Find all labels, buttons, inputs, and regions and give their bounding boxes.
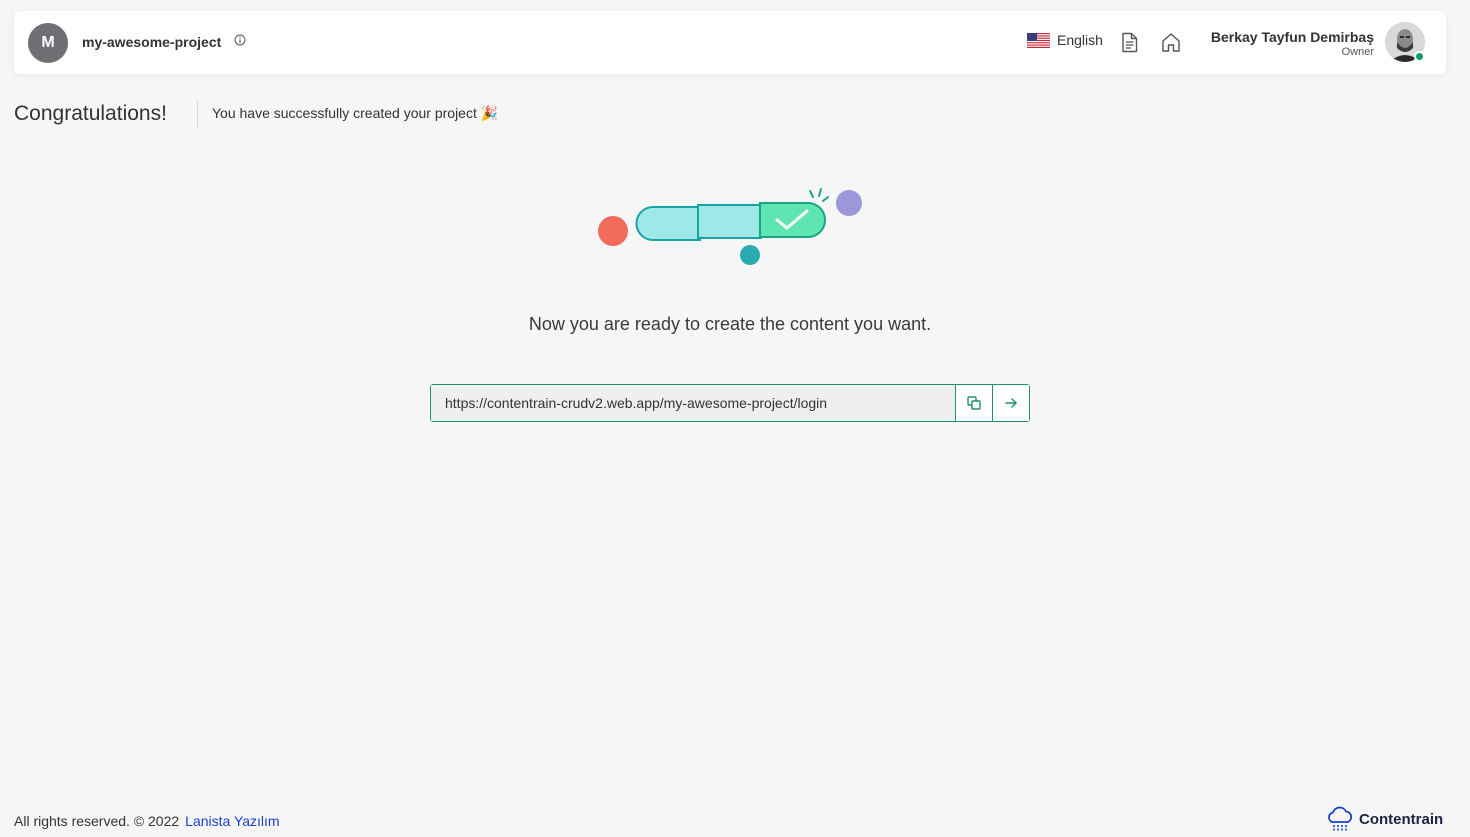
brand-logo[interactable]: Contentrain [1325, 806, 1443, 832]
copy-url-button[interactable] [955, 385, 992, 421]
contentrain-cloud-logo [1328, 806, 1353, 831]
brand-name: Contentrain [1359, 810, 1444, 828]
user-role: Owner [1341, 46, 1374, 58]
online-status-dot [1414, 51, 1425, 62]
document-icon[interactable] [1120, 32, 1139, 53]
us-flag-icon [1027, 32, 1050, 48]
arrow-right-icon [1005, 398, 1017, 408]
language-selector[interactable]: English [1027, 32, 1103, 48]
language-label: English [1057, 32, 1103, 48]
project-avatar[interactable]: M [28, 23, 68, 63]
footer-company-link[interactable]: Lanista Yazılım [185, 813, 279, 829]
home-icon[interactable] [1161, 32, 1181, 53]
project-name[interactable]: my-awesome-project [82, 34, 221, 50]
title-divider [197, 101, 198, 127]
page-title: Congratulations! [14, 102, 167, 125]
ready-message: Now you are ready to create the content … [528, 314, 932, 334]
copy-icon [967, 396, 981, 410]
top-bar: M my-awesome-project English Berkay Tayf… [14, 11, 1446, 74]
user-name[interactable]: Berkay Tayfun Demirbaş [1211, 29, 1374, 45]
info-icon[interactable] [234, 34, 246, 46]
project-url-group [430, 384, 1030, 422]
success-subtitle: You have successfully created your proje… [212, 105, 499, 121]
footer-copyright: All rights reserved. © 2022 Lanista Yazıl… [14, 813, 280, 829]
open-url-button[interactable] [992, 385, 1029, 421]
project-url-input[interactable] [431, 385, 955, 421]
footer-rights: All rights reserved. © 2022 [14, 813, 180, 829]
success-illustration [598, 188, 862, 265]
